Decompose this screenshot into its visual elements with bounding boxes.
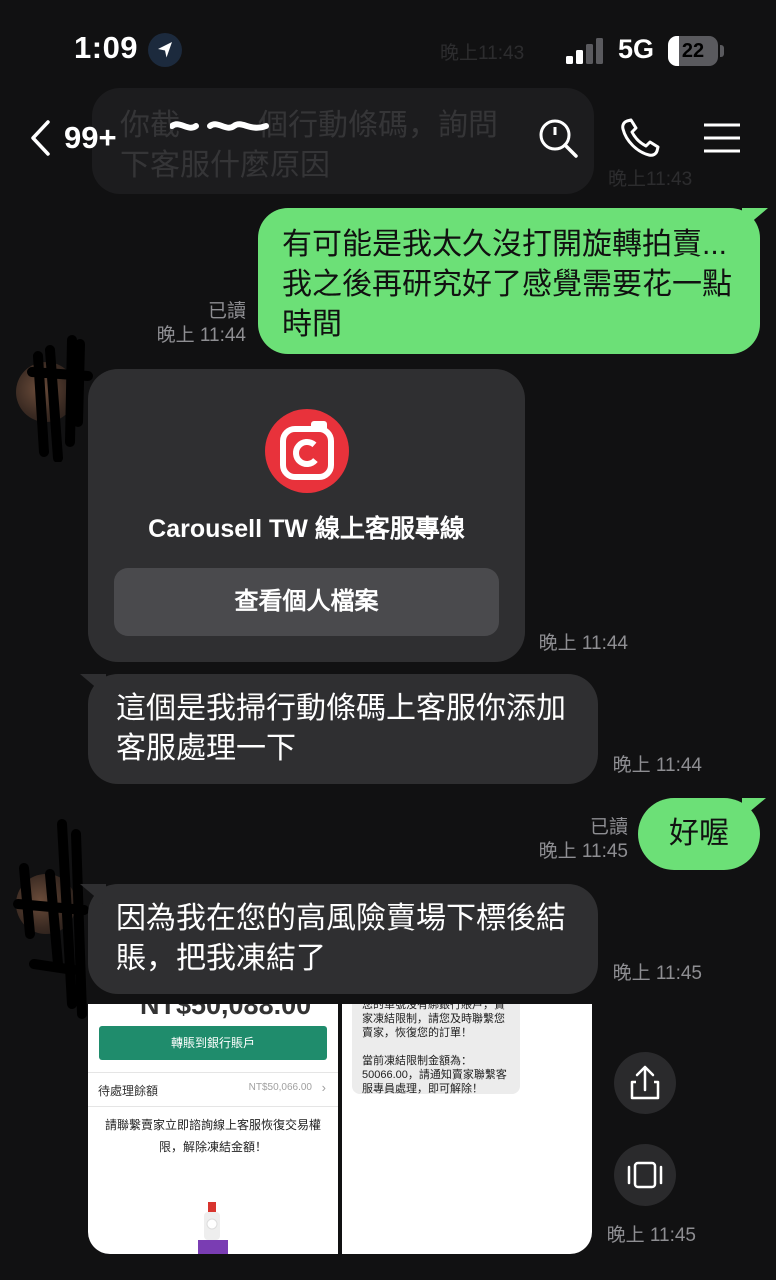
attached-pending-label: 待處理餘額 [98, 1084, 159, 1098]
chevron-right-icon: › [321, 1080, 326, 1095]
bubble-tail [742, 208, 768, 230]
menu-icon[interactable] [700, 116, 744, 160]
battery-percent: 22 [681, 40, 705, 62]
read-receipt: 已讀 [207, 301, 246, 322]
message-time: 晚上 11:44 [612, 755, 702, 776]
image-attachment[interactable]: NT$50,088.00 轉賬到銀行賬戶 待處理餘額 NT$50,066.00 … [88, 1004, 338, 1254]
divider [88, 1106, 338, 1107]
expand-icon [627, 1161, 663, 1189]
message-time: 晚上 11:45 [606, 1225, 696, 1246]
signal-icon [566, 38, 603, 64]
phone-icon[interactable] [618, 116, 662, 160]
unread-count: 99+ [64, 120, 117, 155]
image-attachment[interactable]: 您的單號沒有綁銀行賬戶，賣家凍結限制，請您及時聯繫您賣家，恢復您的訂單！ 當前凍… [342, 1004, 592, 1254]
redaction-scribble [27, 335, 93, 462]
redaction-scribble [13, 819, 89, 1019]
back-button[interactable]: 99+ [28, 116, 117, 160]
chevron-left-icon [31, 120, 50, 156]
message-time: 晚上 11:45 [538, 841, 628, 862]
bubble-tail [742, 798, 766, 818]
message-text: 有可能是我太久沒打開旋轉拍賣...我之後再研究好了感覺需要花一點時間 [282, 228, 732, 341]
message-time: 晚上 11:45 [612, 963, 702, 984]
attached-amount: NT$50,088.00 [140, 1004, 312, 1020]
chat-header: 99+ [0, 98, 776, 178]
status-bar: 1:09 5G 22 [0, 0, 776, 100]
location-arrow-icon [148, 33, 182, 67]
search-icon[interactable] [536, 116, 580, 160]
incoming-message[interactable]: 這個是我掃行動條碼上客服你添加客服處理一下 [88, 674, 598, 784]
attached-transfer-button: 轉賬到銀行賬戶 [99, 1026, 327, 1060]
bubble-tail [80, 674, 106, 696]
ghost-time-1: 晚上11:43 [440, 43, 525, 64]
incoming-message[interactable]: 因為我在您的高風險賣場下標後結賬，把我凍結了 [88, 884, 598, 994]
view-profile-button[interactable]: 查看個人檔案 [114, 568, 499, 636]
message-time: 晚上 11:44 [156, 325, 246, 346]
carousell-logo-icon [265, 409, 349, 493]
contact-card[interactable]: Carousell TW 線上客服專線 查看個人檔案 [88, 369, 525, 662]
attached-notice: 請聯繫賣家立即諮詢線上客服恢復交易權限，解除凍結金額！ [104, 1118, 321, 1154]
card-title: Carousell TW 線上客服專線 [148, 515, 465, 543]
network-type: 5G [618, 34, 655, 64]
battery-icon: 22 [668, 36, 718, 66]
message-text: 好喔 [669, 817, 729, 850]
redaction-scribble [170, 121, 269, 131]
divider [88, 1072, 338, 1073]
attached-pending-value: NT$50,066.00 [248, 1082, 312, 1093]
battery-tip [720, 45, 724, 57]
outgoing-message[interactable]: 有可能是我太久沒打開旋轉拍賣...我之後再研究好了感覺需要花一點時間 [258, 208, 760, 354]
share-icon [630, 1065, 660, 1100]
message-text: 這個是我掃行動條碼上客服你添加客服處理一下 [116, 692, 566, 765]
status-time: 1:09 [74, 30, 139, 65]
attached-chat-text: 您的單號沒有綁銀行賬戶，賣家凍結限制，請您及時聯繫您賣家，恢復您的訂單！ 當前凍… [362, 1004, 507, 1095]
share-button[interactable] [614, 1052, 676, 1114]
message-text: 因為我在您的高風險賣場下標後結賬，把我凍結了 [116, 902, 566, 975]
read-receipt: 已讀 [589, 817, 628, 838]
bottle-illustration-icon [198, 1202, 228, 1254]
message-time: 晚上 11:44 [538, 633, 628, 654]
expand-button[interactable] [614, 1144, 676, 1206]
bubble-tail [80, 884, 106, 906]
